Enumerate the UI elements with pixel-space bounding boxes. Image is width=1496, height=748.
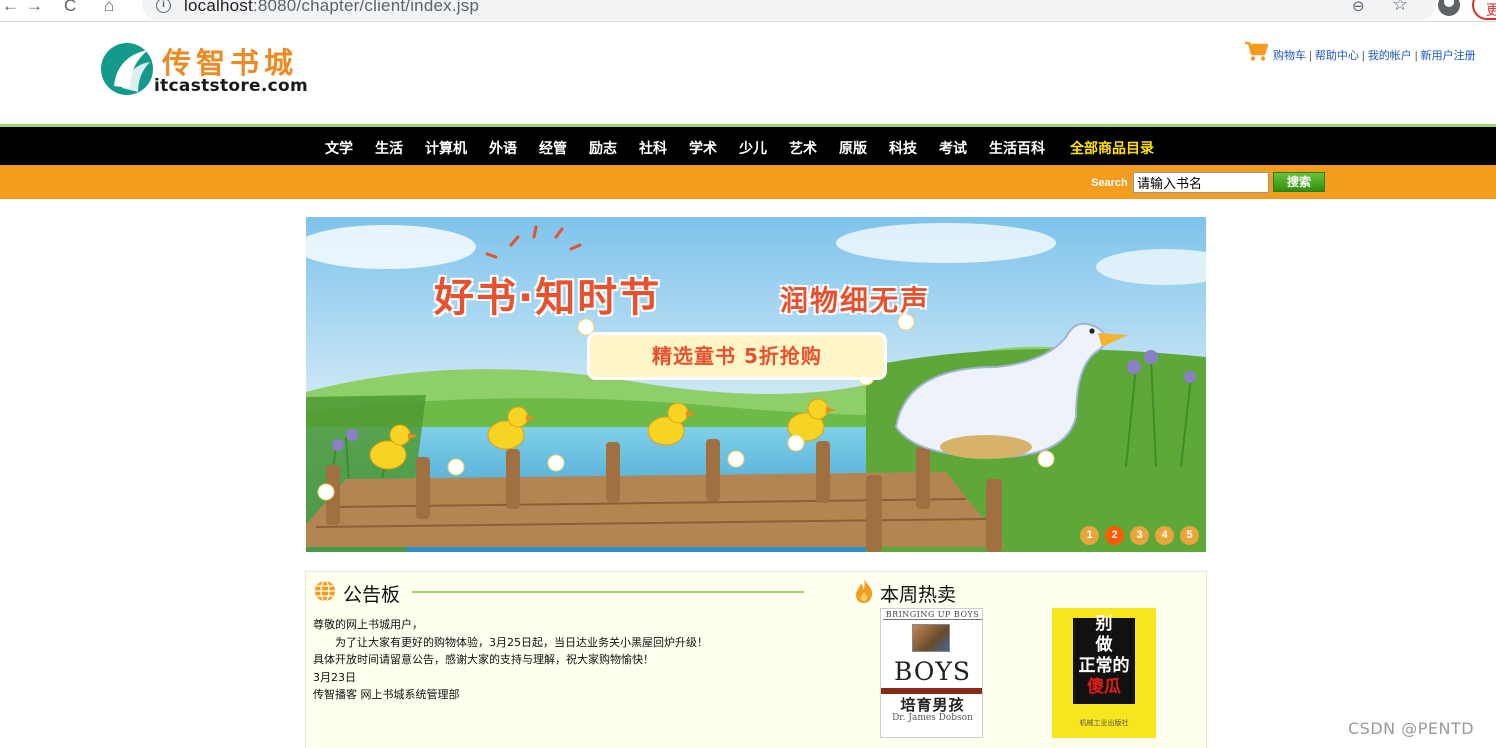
link-separator: | [1309,50,1312,62]
globe-icon [315,580,335,602]
cart-link[interactable]: 购物车 [1273,50,1306,62]
book-cover-big-text: BOYS [894,657,971,686]
banner-subtitle: 润物细无声 [780,284,931,317]
notice-signature: 传智播客 网上书城系统管理部 [313,688,460,701]
fire-icon [856,579,873,603]
content-panel: 公告板 尊敬的网上书城用户， 为了让大家有更好的购物体验，3月25日起，当日达业… [305,571,1207,748]
logo-mark-icon [101,43,153,95]
top-links-text: 购物车 | 帮助中心 | 我的帐户 | 新用户注册 [1273,47,1476,63]
notice-line-1: 尊敬的网上书城用户， [313,618,423,631]
nav-item-academic[interactable]: 学术 [686,138,720,158]
book-cover-publisher: 机械工业出版社 [1079,720,1129,727]
site-logo[interactable]: 传智书城 itcaststore.com [100,38,310,100]
link-separator: | [1414,50,1418,62]
back-icon[interactable]: ← [2,0,19,16]
book-cover-title: 别 做 正常的 傻瓜 [1073,614,1135,698]
promo-banner[interactable]: 好书·知时节 润物细无声 精选童书 5折抢购 1 2 3 4 5 [306,217,1206,552]
search-label: Search [1091,177,1128,189]
register-link[interactable]: 新用户注册 [1421,50,1476,62]
my-account-link[interactable]: 我的帐户 [1368,50,1412,62]
top-links: 购物车 | 帮助中心 | 我的帐户 | 新用户注册 [1244,40,1496,64]
info-icon[interactable]: i [156,0,171,13]
book-title-line-2: 做 [1095,635,1113,655]
weekly-bestseller-title: 本周热卖 [880,584,957,606]
url-path: :8080/chapter/client/index.jsp [252,0,480,15]
nav-item-business[interactable]: 经管 [536,138,570,158]
csdn-watermark: CSDN @PENTD [1348,719,1475,738]
book-cover-top-text: BRINGING UP BOYS [883,610,982,620]
help-center-link[interactable]: 帮助中心 [1315,50,1359,62]
profile-avatar-icon[interactable] [1438,0,1460,16]
home-icon[interactable]: ⌂ [104,0,114,16]
nav-item-technology[interactable]: 科技 [886,138,920,158]
zoom-icon[interactable]: ⊖ [1352,0,1365,15]
url-text[interactable]: localhost:8080/chapter/client/index.jsp [184,0,479,16]
book-cover-author: Dr. James Dobson [892,713,973,723]
nav-item-literature[interactable]: 文学 [322,138,356,158]
notice-line-2: 为了让大家有更好的购物体验，3月25日起，当日达业务关小黑屋回炉升级！ [335,635,708,649]
forward-icon[interactable]: → [26,0,43,16]
notice-line-3: 具体开放时间请留意公告，感谢大家的支持与理解，祝大家购物愉快！ [313,653,654,666]
reload-icon[interactable]: C [64,0,76,16]
nav-item-exam[interactable]: 考试 [936,138,970,158]
notice-date: 3月23日 [313,670,356,684]
carousel-dot-3[interactable]: 3 [1130,526,1149,545]
nav-item-inspiration[interactable]: 励志 [586,138,620,158]
nav-item-life-encyclopedia[interactable]: 生活百科 [986,138,1048,158]
book-title-line-4: 傻瓜 [1087,677,1121,697]
nav-item-all-products[interactable]: 全部商品目录 [1064,138,1157,158]
nav-item-foreign-language[interactable]: 外语 [486,138,520,158]
search-bar: Search 搜索 [0,165,1496,199]
carousel-pagination: 1 2 3 4 5 [1080,526,1199,545]
book-cover-bringing-up-boys[interactable]: BRINGING UP BOYS BOYS 培育男孩 Dr. James Dob… [880,608,983,738]
search-input[interactable] [1133,172,1269,193]
update-button[interactable]: 更 [1472,0,1496,20]
book-title-line-3: 正常的 [1078,656,1130,676]
book-title-line-1: 别 [1095,614,1113,634]
category-nav: 文学 生活 计算机 外语 经管 励志 社科 学术 少儿 艺术 原版 科技 考试 … [0,127,1496,165]
carousel-dot-4[interactable]: 4 [1155,526,1174,545]
url-host: localhost [184,0,253,15]
notice-board-title: 公告板 [343,584,401,606]
logo-english-text: itcaststore.com [154,76,309,96]
notice-board-body: 尊敬的网上书城用户， 为了让大家有更好的购物体验，3月25日起，当日达业务关小黑… [313,616,833,704]
nav-item-computer[interactable]: 计算机 [422,138,470,158]
carousel-dot-5[interactable]: 5 [1180,526,1199,545]
notice-title-divider [412,591,804,593]
banner-title: 好书·知时节 [434,275,662,321]
banner-promo-text: 精选童书 5折抢购 [590,335,884,377]
cart-icon[interactable] [1244,40,1268,62]
link-separator: | [1361,50,1365,62]
address-bar[interactable]: i localhost:8080/chapter/client/index.js… [142,0,1436,20]
nav-item-life[interactable]: 生活 [372,138,406,158]
carousel-dot-1[interactable]: 1 [1080,526,1099,545]
nav-item-art[interactable]: 艺术 [786,138,820,158]
category-nav-items: 文学 生活 计算机 外语 经管 励志 社科 学术 少儿 艺术 原版 科技 考试 … [322,138,1157,158]
bookmark-star-icon[interactable]: ☆ [1392,0,1408,15]
search-button[interactable]: 搜索 [1273,172,1325,192]
carousel-dot-2[interactable]: 2 [1105,526,1124,545]
book-cover-dont-be-normal-fool[interactable]: 别 做 正常的 傻瓜 机械工业出版社 [1052,608,1156,738]
nav-item-children[interactable]: 少儿 [736,138,770,158]
browser-toolbar: ← → C ⌂ i localhost:8080/chapter/client/… [0,0,1496,22]
nav-item-social-science[interactable]: 社科 [636,138,670,158]
nav-item-original[interactable]: 原版 [836,138,870,158]
book-cover-photo [912,624,950,652]
book-cover-chinese-title: 培育男孩 [900,696,965,714]
